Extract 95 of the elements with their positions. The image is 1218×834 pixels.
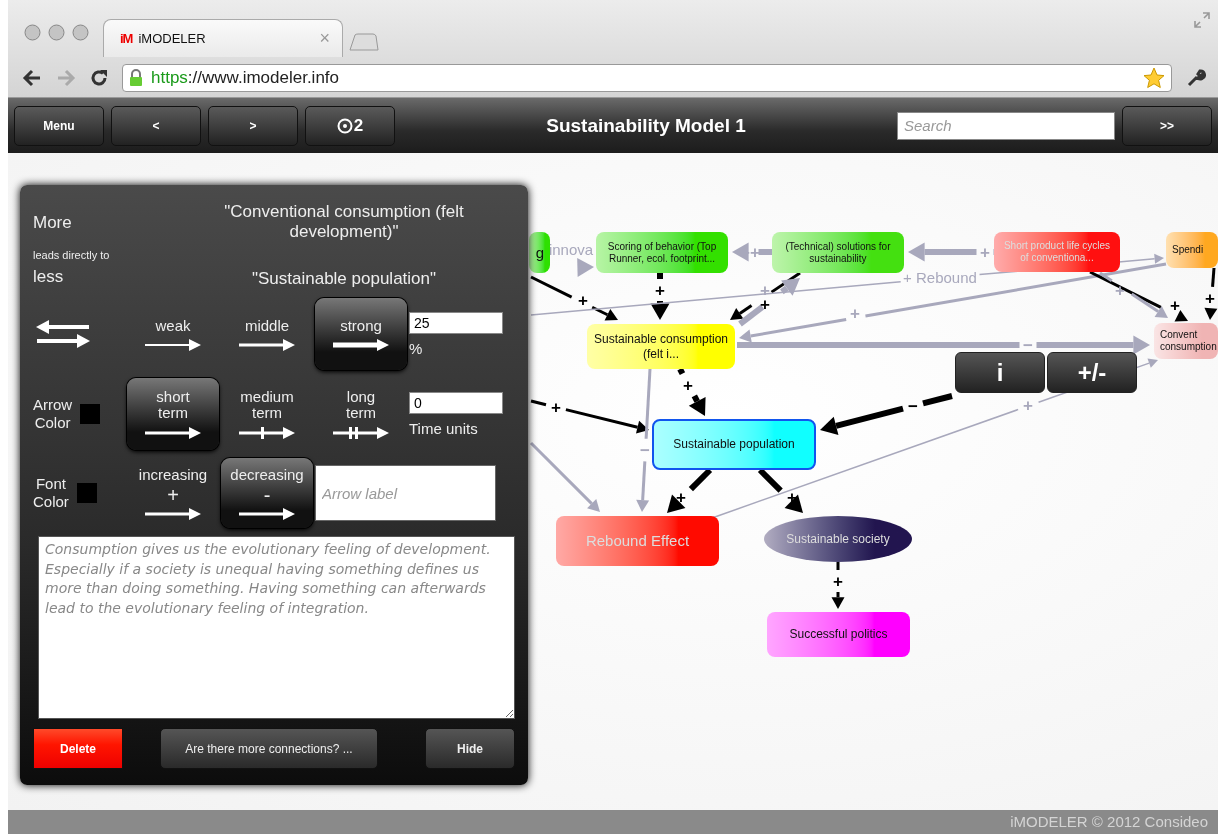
strength-option[interactable]: middle — [221, 298, 313, 370]
diagram-node[interactable]: Sustainable consumption (felt i... — [587, 324, 735, 369]
arrow-icon — [331, 425, 391, 440]
back-icon[interactable] — [22, 68, 42, 87]
direction-option[interactable]: increasing + — [127, 458, 219, 528]
window-control-icon[interactable] — [48, 24, 65, 41]
connection-sign: + — [849, 304, 861, 322]
arrow-icon — [237, 425, 297, 440]
node-action-button[interactable]: i — [955, 352, 1045, 393]
direction-option[interactable]: decreasing - — [221, 458, 313, 528]
toolbar-button[interactable]: 2 — [305, 105, 395, 146]
diagram-node[interactable]: Convent consumption — [1154, 323, 1218, 359]
panel-button[interactable]: Hide — [425, 728, 515, 769]
connector-arrow[interactable] — [677, 367, 706, 416]
color-label: Arrow Color — [33, 396, 73, 432]
unit-label: Time units — [409, 419, 479, 437]
more-label: More — [33, 213, 73, 233]
connection-sign: + — [550, 398, 562, 416]
connector-arrow[interactable] — [667, 467, 713, 513]
less-label: less — [33, 267, 65, 287]
connector-arrow[interactable] — [737, 335, 1150, 355]
diagram-node[interactable]: Scoring of behavior (Top Runner, ecol. footprint... — [596, 232, 728, 273]
toolbar-button[interactable]: >> — [1122, 105, 1212, 146]
connection-sign: + Rebound — [902, 269, 978, 285]
connection-sign: + — [979, 243, 991, 261]
diagram-node[interactable]: Sustainable population — [652, 419, 816, 470]
color-label: Font Color — [33, 475, 69, 511]
connection-sign: + — [832, 572, 844, 590]
arrow-icon — [237, 337, 297, 352]
diagram-node[interactable]: Spendi — [1166, 232, 1218, 268]
connection-sign: − — [1022, 336, 1034, 354]
color-swatch[interactable] — [80, 404, 101, 424]
color-swatch[interactable] — [76, 483, 97, 503]
connector-arrow[interactable] — [757, 467, 803, 513]
diagram-node[interactable]: g — [529, 232, 550, 273]
window-control-icon[interactable] — [72, 24, 89, 41]
arrow-icon — [143, 425, 203, 440]
arrow-icon — [143, 337, 203, 352]
lock-icon — [129, 68, 143, 87]
arrow-icon — [331, 337, 391, 352]
strength-option[interactable]: strong — [315, 298, 407, 370]
panel-button[interactable]: Delete — [33, 728, 123, 769]
relation-label: leads directly to — [33, 249, 111, 261]
toolbar-button[interactable]: > — [208, 105, 298, 146]
connection-sign: innova — [547, 241, 595, 257]
toolbar-button[interactable]: Menu — [14, 105, 104, 146]
connection-sign: + — [654, 281, 666, 299]
connection-sign: + — [1169, 296, 1181, 314]
connection-sign: + — [759, 295, 771, 313]
copyright-text: iMODELER © 2012 Consideo — [1010, 813, 1208, 830]
source-node-name: "Conventional consumption (felt development)" — [223, 202, 465, 242]
address-bar[interactable]: https://www.imodeler.info — [122, 63, 1172, 92]
description-field[interactable]: Consumption gives us the evolutionary feeling of development. Especially if a society is unequal having something defines us more than doing something. Having something can afterwards lead to the evolutionary feeling of integration. — [38, 536, 515, 719]
connection-sign: + — [682, 376, 694, 394]
connection-sign: + — [577, 291, 589, 309]
arrow-icon — [237, 506, 297, 521]
url-text: https://www.imodeler.info — [151, 67, 341, 88]
connector-arrow[interactable] — [730, 271, 801, 320]
connector-arrow[interactable] — [650, 273, 670, 320]
unit-label: % — [409, 339, 424, 357]
connection-sign: + — [675, 488, 687, 506]
connector-arrow[interactable] — [1204, 267, 1218, 320]
connector-arrow[interactable] — [831, 562, 845, 609]
connector-arrow[interactable] — [738, 278, 800, 327]
diagram-node[interactable]: Successful politics — [767, 612, 910, 657]
connector-arrow[interactable] — [530, 275, 618, 321]
reload-icon[interactable] — [90, 68, 108, 87]
target-icon — [336, 117, 353, 134]
connector-arrow[interactable] — [636, 368, 652, 512]
connector-arrow[interactable] — [1099, 271, 1168, 318]
connection-sign: − — [639, 441, 651, 459]
search-field[interactable]: Search — [897, 111, 1115, 140]
window-control-icon[interactable] — [24, 24, 41, 41]
diagram-node[interactable]: Sustainable society — [764, 516, 912, 562]
arrow-icon — [143, 506, 203, 521]
connection-sign: + — [1022, 396, 1034, 414]
delay-field[interactable]: 0 — [409, 391, 503, 414]
connection-sign: − — [907, 397, 919, 415]
toolbar-button[interactable]: < — [111, 105, 201, 146]
star-icon[interactable] — [1143, 66, 1165, 89]
diagram-node[interactable]: (Technical) solutions for sustainability — [772, 232, 904, 273]
strength-field[interactable]: 25 — [409, 311, 503, 334]
connector-arrow[interactable] — [820, 393, 953, 436]
connection-sign: + — [1204, 289, 1216, 307]
arrow-label-field[interactable]: Arrow label — [315, 465, 496, 521]
delay-option[interactable]: short term — [127, 378, 219, 450]
node-action-button[interactable]: +/- — [1047, 352, 1137, 393]
panel-button[interactable]: Are there more connections? ... — [160, 728, 378, 769]
delay-option[interactable]: long term — [315, 378, 407, 450]
delay-option[interactable]: medium term — [221, 378, 313, 450]
connector-arrow[interactable] — [1089, 270, 1188, 322]
strength-option[interactable]: weak — [127, 298, 219, 370]
target-node-name: "Sustainable population" — [250, 269, 438, 289]
model-title: Sustainability Model 1 — [545, 114, 747, 137]
browser-tab[interactable]: iM iMODELER × — [103, 19, 343, 57]
